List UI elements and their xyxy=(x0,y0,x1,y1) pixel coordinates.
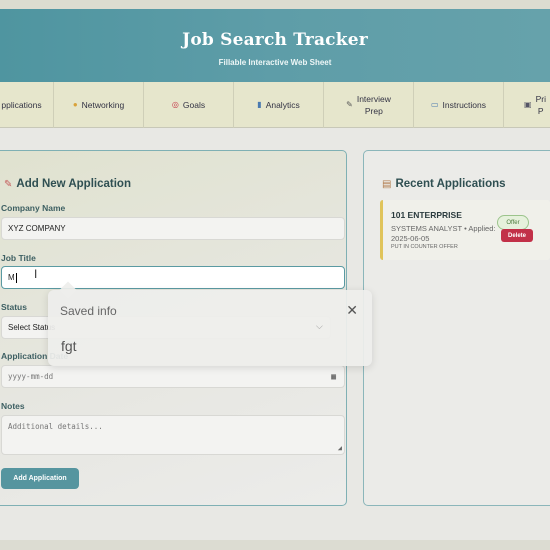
clipboard-icon: ▤ xyxy=(382,179,392,190)
recent-applications-title: Recent Applications xyxy=(395,178,506,190)
autofill-suggestion[interactable]: fgt xyxy=(61,338,77,354)
application-company: 101 ENTERPRISE xyxy=(391,210,462,220)
book-icon: ▭ xyxy=(430,100,439,109)
add-application-heading: ✎ Add New Application xyxy=(4,178,131,190)
nav-tab-label-line2: Prep xyxy=(364,106,383,116)
nav-tab-applications[interactable]: pplications xyxy=(0,82,54,128)
nav-tab-label: Instructions xyxy=(442,100,487,110)
application-role-date: SYSTEMS ANALYST • Applied: 2025-06-05 xyxy=(391,224,496,243)
delete-button[interactable]: Delete xyxy=(501,229,533,242)
nav-tab-label-line2: P xyxy=(537,106,544,116)
application-date-input[interactable]: yyyy-mm-dd ▦ xyxy=(1,365,345,388)
printer-icon: ▣ xyxy=(524,100,532,109)
add-application-button[interactable]: Add Application xyxy=(1,468,79,489)
nav-tab-interview-prep[interactable]: ✎ Interview Prep xyxy=(324,82,414,128)
page-header: Job Search Tracker Fillable Interactive … xyxy=(0,9,550,82)
nav-tab-instructions[interactable]: ▭ Instructions xyxy=(414,82,504,128)
target-icon: ◎ xyxy=(171,100,179,109)
company-name-value: XYZ COMPANY xyxy=(8,224,66,233)
nav-tab-label: Pri xyxy=(535,94,546,104)
application-date-placeholder: yyyy-mm-dd xyxy=(8,372,54,381)
application-note: PUT IN COUNTER OFFER xyxy=(391,244,458,250)
status-label: Status xyxy=(1,302,27,312)
i-beam-cursor-icon: I xyxy=(34,267,38,281)
notes-label: Notes xyxy=(1,401,25,411)
nav-tab-label: pplications xyxy=(1,100,42,110)
page-title: Job Search Tracker xyxy=(182,30,368,50)
chevron-down-icon[interactable]: ⌵ xyxy=(316,321,323,332)
calendar-icon[interactable]: ▦ xyxy=(331,372,336,381)
nav-tab-analytics[interactable]: ▮ Analytics xyxy=(234,82,324,128)
nav-tab-label: Networking xyxy=(81,100,125,110)
nav-tab-networking[interactable]: ● Networking xyxy=(54,82,144,128)
company-name-input[interactable]: XYZ COMPANY xyxy=(1,217,345,240)
nav-tab-goals[interactable]: ◎ Goals xyxy=(144,82,234,128)
text-caret xyxy=(15,272,17,283)
memo-icon: ✎ xyxy=(4,179,13,190)
job-title-label: Job Title xyxy=(1,253,36,263)
add-application-title: Add New Application xyxy=(16,178,131,190)
resize-handle-icon[interactable]: ◢ xyxy=(338,444,342,452)
recent-applications-heading: ▤ Recent Applications xyxy=(382,178,506,190)
job-title-input[interactable]: M xyxy=(1,266,345,289)
job-title-value: M xyxy=(8,273,15,282)
status-badge: Offer xyxy=(497,215,529,230)
bar-chart-icon: ▮ xyxy=(257,100,262,109)
nav-tab-label: Analytics xyxy=(265,100,300,110)
application-item[interactable]: 101 ENTERPRISE SYSTEMS ANALYST • Applied… xyxy=(380,200,550,260)
nav-tab-label: Goals xyxy=(182,100,206,110)
nav-bar: pplications ● Networking ◎ Goals ▮ Analy… xyxy=(0,82,550,128)
nav-tab-print[interactable]: ▣ Pri P xyxy=(504,82,550,128)
microphone-icon: ✎ xyxy=(346,100,353,109)
notes-placeholder: Additional details... xyxy=(8,422,103,431)
page-subtitle: Fillable Interactive Web Sheet xyxy=(218,58,332,67)
autofill-popup: Saved info ✕ fgt xyxy=(48,281,372,366)
nav-tab-label: Interview xyxy=(356,94,391,104)
notes-textarea[interactable]: Additional details... ◢ xyxy=(1,415,345,455)
company-name-label: Company Name xyxy=(1,203,66,213)
close-icon[interactable]: ✕ xyxy=(346,302,358,319)
browser-strip-bottom xyxy=(0,540,550,550)
browser-strip-top xyxy=(0,0,550,9)
autofill-title: Saved info xyxy=(60,304,117,318)
handshake-icon: ● xyxy=(72,100,78,109)
